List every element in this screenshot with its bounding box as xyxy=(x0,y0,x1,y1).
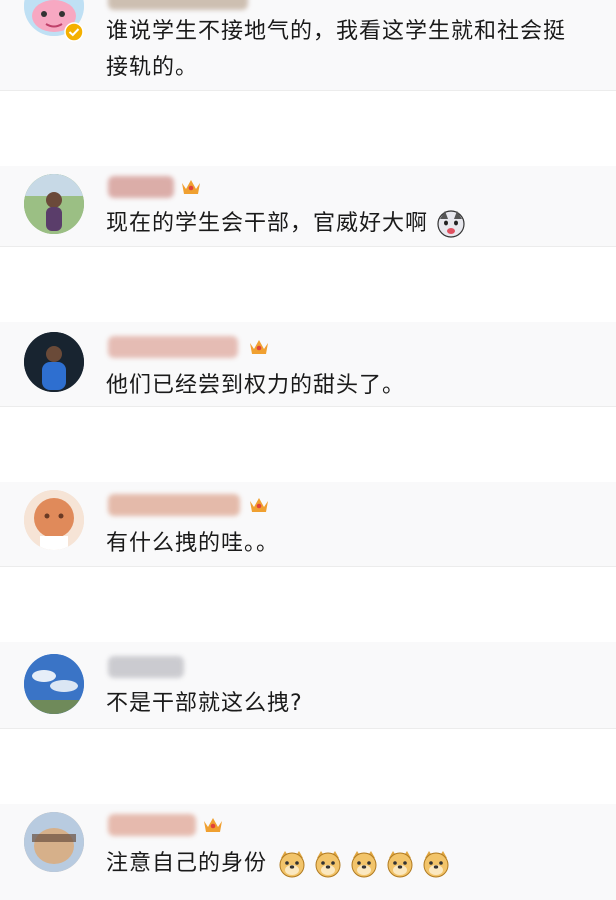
comment-item[interactable]: 注意自己的身份 xyxy=(0,804,616,900)
verified-badge-icon xyxy=(64,22,84,42)
husky-emoji-icon xyxy=(437,210,465,238)
blue-sky-avatar-icon xyxy=(24,654,84,714)
avatar[interactable] xyxy=(24,490,84,550)
crown-badge-icon xyxy=(204,818,222,832)
divider xyxy=(0,406,616,407)
doge-emoji-icon xyxy=(351,851,377,878)
doge-emoji-icon xyxy=(423,851,449,878)
avatar[interactable] xyxy=(24,332,84,392)
outdoor-person-avatar-icon xyxy=(24,174,84,234)
divider xyxy=(0,90,616,91)
comment-text: 谁说学生不接地气的，我看这学生就和社会挺接轨的。 xyxy=(106,19,567,80)
blurred-face-avatar-icon xyxy=(24,812,84,872)
username-blurred[interactable] xyxy=(108,656,184,678)
username-blurred[interactable] xyxy=(108,0,248,10)
person-blue-shirt-avatar-icon xyxy=(24,332,84,392)
cartoon-face-avatar-icon xyxy=(24,490,84,550)
divider xyxy=(0,728,616,729)
comment-text-content: 现在的学生会干部，官威好大啊 xyxy=(106,211,429,236)
comment-text: 有什么拽的哇。。 xyxy=(106,531,280,556)
avatar[interactable] xyxy=(24,174,84,234)
crown-badge-icon xyxy=(250,340,268,354)
comment-text: 注意自己的身份 xyxy=(106,846,586,882)
avatar[interactable] xyxy=(24,654,84,714)
doge-emoji-icon xyxy=(279,851,305,878)
username-blurred[interactable] xyxy=(108,176,174,198)
comment-item[interactable]: 他们已经尝到权力的甜头了。 xyxy=(0,322,616,406)
comment-item[interactable]: 有什么拽的哇。。 xyxy=(0,482,616,566)
comment-item[interactable]: 现在的学生会干部，官威好大啊 xyxy=(0,166,616,246)
comment-feed: 谁说学生不接地气的，我看这学生就和社会挺接轨的。 现在的学生会干部，官威好大啊 xyxy=(0,0,616,900)
comment-text: 不是干部就这么拽? xyxy=(106,691,303,716)
crown-badge-icon xyxy=(182,180,200,194)
comment-text-content: 注意自己的身份 xyxy=(106,851,268,876)
divider xyxy=(0,566,616,567)
comment-text: 现在的学生会干部，官威好大啊 xyxy=(106,206,586,242)
username-blurred[interactable] xyxy=(108,814,196,836)
comment-item[interactable]: 不是干部就这么拽? xyxy=(0,642,616,728)
avatar[interactable] xyxy=(24,812,84,872)
emoji-row xyxy=(277,849,451,879)
comment-text: 他们已经尝到权力的甜头了。 xyxy=(106,373,406,398)
doge-emoji-icon xyxy=(315,851,341,878)
username-blurred[interactable] xyxy=(108,336,238,358)
divider xyxy=(0,246,616,247)
doge-emoji-icon xyxy=(387,851,413,878)
comment-item[interactable]: 谁说学生不接地气的，我看这学生就和社会挺接轨的。 xyxy=(0,0,616,90)
username-blurred[interactable] xyxy=(108,494,240,516)
crown-badge-icon xyxy=(250,498,268,512)
